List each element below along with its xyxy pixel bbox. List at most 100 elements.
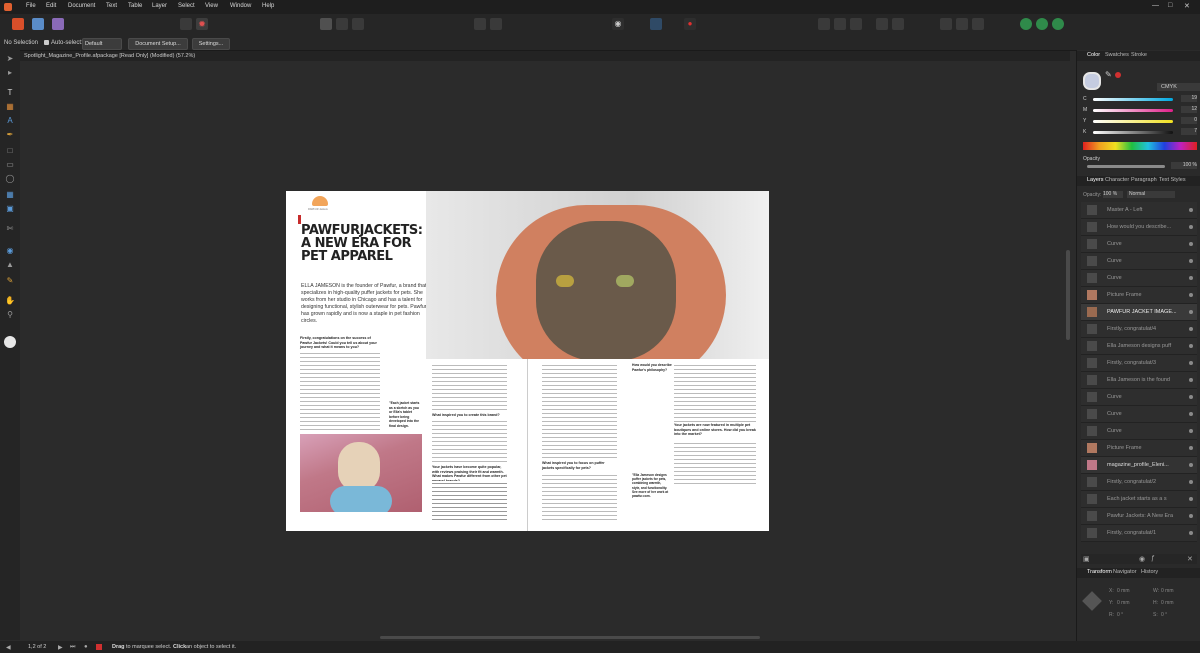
layer-row[interactable]: Curve bbox=[1081, 406, 1197, 423]
visibility-icon[interactable] bbox=[1189, 293, 1193, 297]
next-page-icon[interactable]: ▶ bbox=[58, 644, 63, 651]
rectangle-tool-icon[interactable]: □ bbox=[5, 146, 15, 156]
visibility-icon[interactable] bbox=[1189, 395, 1193, 399]
layer-row[interactable]: Each jacket starts as a s bbox=[1081, 491, 1197, 508]
delete-layer-icon[interactable]: ✕ bbox=[1187, 555, 1193, 563]
align-middle-icon[interactable] bbox=[892, 18, 904, 30]
prev-page-icon[interactable]: ◀ bbox=[6, 644, 11, 651]
layer-row[interactable]: Firstly, congratulat/2 bbox=[1081, 474, 1197, 491]
ellipse-tool-icon[interactable]: ◯ bbox=[5, 174, 15, 184]
visibility-icon[interactable] bbox=[1189, 480, 1193, 484]
view-mode-icon[interactable]: ◉ bbox=[612, 18, 624, 30]
menu-file[interactable]: File bbox=[26, 3, 36, 9]
document-tab[interactable]: Spotlight_Magazine_Profile.afpackage [Re… bbox=[20, 51, 1070, 61]
tab-swatches[interactable]: Swatches bbox=[1105, 52, 1129, 58]
layer-row[interactable]: Firstly, congratulat/1 bbox=[1081, 525, 1197, 542]
layer-row[interactable]: Firstly, congratulat/4 bbox=[1081, 321, 1197, 338]
auto-select-checkbox[interactable] bbox=[44, 40, 49, 45]
s-value[interactable]: 0 ° bbox=[1161, 612, 1167, 618]
tab-history[interactable]: History bbox=[1141, 569, 1158, 575]
anchor-selector-icon[interactable] bbox=[1082, 591, 1102, 611]
zoom-tool-icon[interactable]: ⚲ bbox=[5, 310, 15, 320]
artistic-text-tool-icon[interactable]: A bbox=[5, 116, 15, 126]
black-slider[interactable] bbox=[1093, 131, 1173, 134]
layer-row[interactable]: magazine_profile_Eleni... bbox=[1081, 457, 1197, 474]
toolbar-placeholder-icon[interactable] bbox=[180, 18, 192, 30]
layer-row[interactable]: Curve bbox=[1081, 236, 1197, 253]
magenta-slider[interactable] bbox=[1093, 109, 1173, 112]
visibility-icon[interactable] bbox=[1189, 412, 1193, 416]
arrange-up-icon[interactable] bbox=[474, 18, 486, 30]
color-swatch-icon[interactable] bbox=[4, 336, 16, 348]
r-value[interactable]: 0 ° bbox=[1117, 612, 1123, 618]
w-value[interactable]: 0 mm bbox=[1161, 588, 1174, 594]
layer-row[interactable]: Curve bbox=[1081, 423, 1197, 440]
layer-row[interactable]: Picture Frame bbox=[1081, 287, 1197, 304]
layer-row[interactable]: PAWFUR JACKET IMAGE... bbox=[1081, 304, 1197, 321]
menu-document[interactable]: Document bbox=[68, 3, 95, 9]
page-icon[interactable] bbox=[320, 18, 332, 30]
visibility-icon[interactable] bbox=[1189, 242, 1193, 246]
yellow-slider[interactable] bbox=[1093, 120, 1173, 123]
tab-stroke[interactable]: Stroke bbox=[1131, 52, 1147, 58]
designer-persona-icon[interactable] bbox=[32, 18, 44, 30]
c-value[interactable]: 19 bbox=[1181, 95, 1197, 102]
rectangle-frame-tool-icon[interactable]: ▭ bbox=[5, 160, 15, 170]
move-tool-icon[interactable]: ➤ bbox=[5, 54, 15, 64]
minimize-icon[interactable]: — bbox=[1152, 2, 1159, 9]
hand-tool-icon[interactable]: ✋ bbox=[5, 296, 15, 306]
layer-row[interactable]: Curve bbox=[1081, 253, 1197, 270]
visibility-icon[interactable] bbox=[1189, 497, 1193, 501]
color-spectrum[interactable] bbox=[1083, 142, 1197, 150]
align-center-icon[interactable] bbox=[834, 18, 846, 30]
eyedropper-icon[interactable]: ✎ bbox=[1105, 70, 1112, 79]
text-frame-tool-icon[interactable]: T bbox=[5, 88, 15, 98]
tab-navigator[interactable]: Navigator bbox=[1113, 569, 1137, 575]
menu-table[interactable]: Table bbox=[128, 3, 142, 9]
menu-view[interactable]: View bbox=[205, 3, 218, 9]
h-value[interactable]: 0 mm bbox=[1161, 600, 1174, 606]
align-top-icon[interactable] bbox=[876, 18, 888, 30]
help-icon[interactable] bbox=[1052, 18, 1064, 30]
menu-window[interactable]: Window bbox=[230, 3, 251, 9]
visibility-icon[interactable] bbox=[1189, 225, 1193, 229]
menu-text[interactable]: Text bbox=[106, 3, 117, 9]
tab-layers[interactable]: Layers bbox=[1087, 177, 1104, 183]
document-setup-button[interactable]: Document Setup... bbox=[128, 38, 188, 50]
table-tool-icon[interactable]: ▦ bbox=[5, 102, 15, 112]
menu-select[interactable]: Select bbox=[178, 3, 195, 9]
layer-row[interactable]: Ella Jameson designs puff bbox=[1081, 338, 1197, 355]
fx-icon[interactable]: ƒ bbox=[1151, 555, 1155, 562]
tab-character[interactable]: Character bbox=[1105, 177, 1129, 183]
boolean-add-icon[interactable] bbox=[940, 18, 952, 30]
document-spread[interactable]: PAWFUR Jackets PAWFURJACKETS: A NEW ERA … bbox=[286, 191, 769, 531]
tab-transform[interactable]: Transform bbox=[1087, 569, 1112, 575]
snapping-icon[interactable] bbox=[650, 18, 662, 30]
share-icon[interactable] bbox=[1036, 18, 1048, 30]
layer-row[interactable]: Picture Frame bbox=[1081, 440, 1197, 457]
settings-button[interactable]: Settings... bbox=[192, 38, 230, 50]
photo-persona-icon[interactable] bbox=[52, 18, 64, 30]
transparency-tool-icon[interactable]: ▲ bbox=[5, 260, 15, 270]
error-icon[interactable] bbox=[96, 644, 102, 650]
visibility-icon[interactable] bbox=[1189, 259, 1193, 263]
auto-select-dropdown[interactable]: Default bbox=[82, 38, 122, 50]
fill-color-well[interactable] bbox=[1083, 72, 1101, 90]
visibility-icon[interactable] bbox=[1189, 463, 1193, 467]
color-picker-icon[interactable]: ● bbox=[684, 18, 696, 30]
layer-row[interactable]: Pawfur Jackets: A New Era bbox=[1081, 508, 1197, 525]
m-value[interactable]: 12 bbox=[1181, 106, 1197, 113]
visibility-icon[interactable] bbox=[1189, 514, 1193, 518]
align-right-icon[interactable] bbox=[850, 18, 862, 30]
boolean-subtract-icon[interactable] bbox=[956, 18, 968, 30]
maximize-icon[interactable]: □ bbox=[1168, 2, 1172, 9]
layer-row[interactable]: Firstly, congratulat/3 bbox=[1081, 355, 1197, 372]
visibility-icon[interactable] bbox=[1189, 276, 1193, 280]
layer-row[interactable]: Curve bbox=[1081, 389, 1197, 406]
record-icon[interactable]: ● bbox=[84, 644, 88, 650]
layer-row[interactable]: How would you describe... bbox=[1081, 219, 1197, 236]
color-picker-tool-icon[interactable]: ✎ bbox=[5, 276, 15, 286]
arrange-down-icon[interactable] bbox=[490, 18, 502, 30]
last-page-icon[interactable]: ⏭ bbox=[70, 644, 75, 651]
menu-help[interactable]: Help bbox=[262, 3, 274, 9]
